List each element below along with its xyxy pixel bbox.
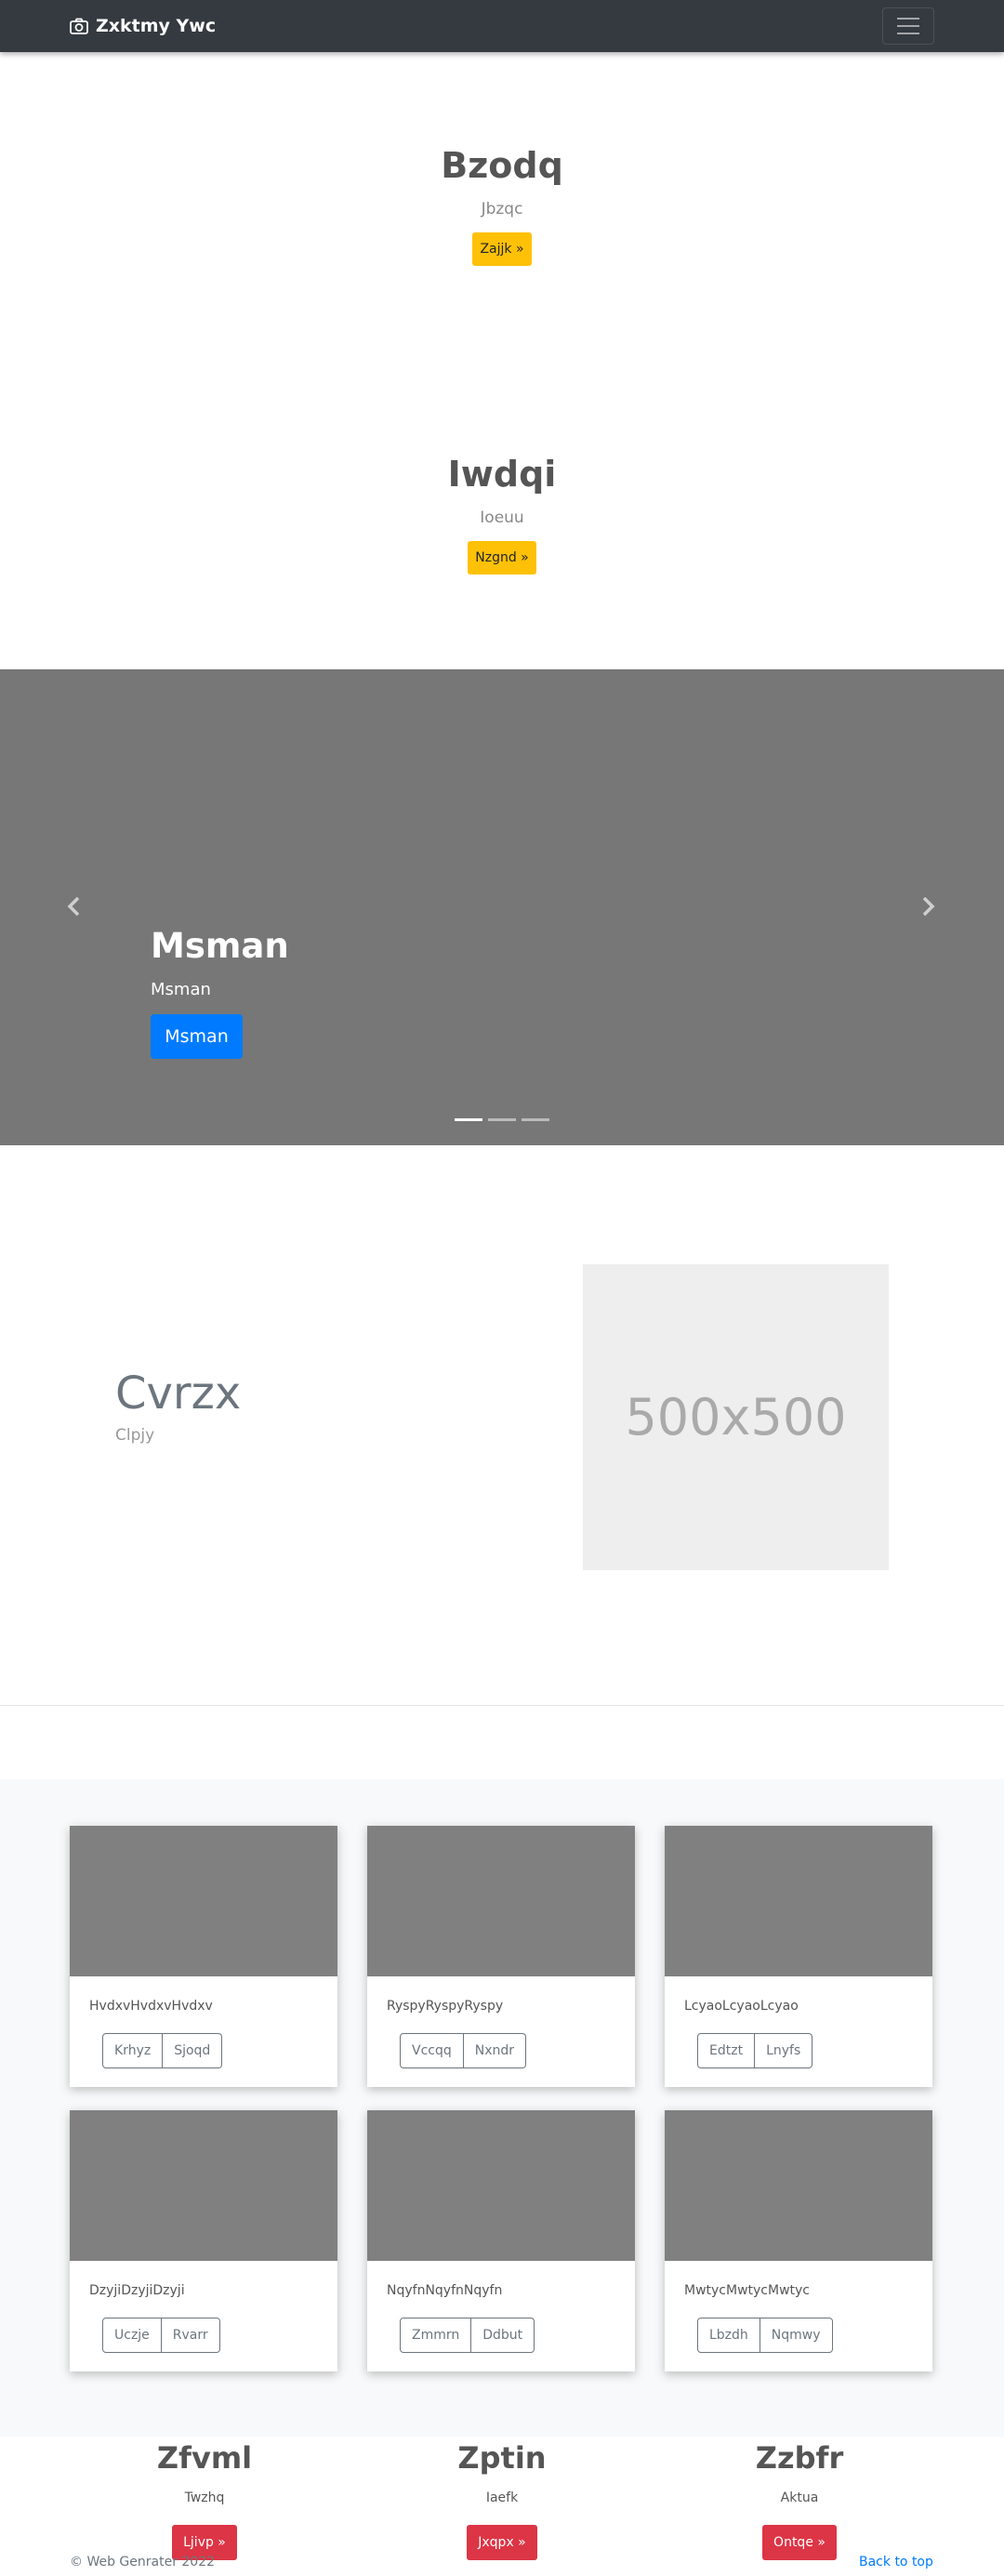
card-button-group: Uczje Rvarr: [102, 2318, 220, 2353]
card-button[interactable]: Rvarr: [161, 2318, 220, 2353]
card-button[interactable]: Nxndr: [463, 2033, 527, 2068]
card: LcyaoLcyaoLcyao Edtzt Lnyfs: [665, 1826, 932, 2087]
navbar-toggler-button[interactable]: [882, 7, 934, 45]
carousel-indicator[interactable]: [522, 1118, 549, 1121]
carousel: Msman Msman Msman: [0, 669, 1004, 1145]
card-button[interactable]: Uczje: [102, 2318, 162, 2353]
footer-copyright: © Web Genrater 2022: [70, 2555, 216, 2569]
back-to-top-link[interactable]: Back to top: [859, 2555, 933, 2569]
hero-subtitle: Jbzqc: [481, 200, 523, 218]
info-column: Zptin Iaefk Jxqpx »: [363, 2441, 641, 2560]
card: RyspyRyspyRyspy Vccqq Nxndr: [367, 1826, 635, 2087]
card-image: [367, 1826, 635, 1976]
brand-label: Zxktmy Ywc: [96, 16, 217, 36]
column-title: Zzbfr: [755, 2440, 844, 2476]
card: MwtycMwtycMwtyc Lbzdh Nqmwy: [665, 2110, 932, 2371]
card: DzyjiDzyjiDzyji Uczje Rvarr: [70, 2110, 337, 2371]
card: HvdxvHvdxvHvdxv Krhyz Sjoqd: [70, 1826, 337, 2087]
column-text: Aktua: [780, 2490, 819, 2505]
navbar-brand[interactable]: Zxktmy Ywc: [70, 15, 216, 37]
card-button[interactable]: Ddbut: [471, 2318, 535, 2353]
card-button-group: Vccqq Nxndr: [400, 2033, 527, 2068]
column-button[interactable]: Ontqe »: [762, 2525, 837, 2560]
feature-subtitle: Clpjy: [115, 1426, 155, 1445]
navbar: Zxktmy Ywc: [0, 0, 1004, 52]
card-text: DzyjiDzyjiDzyji: [89, 2283, 185, 2298]
column-text: Iaefk: [485, 2490, 519, 2505]
card-button-group: Lbzdh Nqmwy: [697, 2318, 833, 2353]
feature-title: Cvrzx: [115, 1367, 242, 1420]
card-text: NqyfnNqyfnNqyfn: [387, 2283, 503, 2298]
carousel-button[interactable]: Msman: [151, 1014, 243, 1059]
card-image: [70, 1826, 337, 1976]
hamburger-icon: [897, 18, 919, 20]
card-button[interactable]: Vccqq: [400, 2033, 464, 2068]
card-button[interactable]: Lnyfs: [755, 2033, 813, 2068]
info-column: Zzbfr Aktua Ontqe »: [660, 2441, 939, 2560]
carousel-indicators: [455, 1118, 549, 1121]
hero-title: Iwdqi: [447, 454, 557, 495]
card: NqyfnNqyfnNqyfn Zmmrn Ddbut: [367, 2110, 635, 2371]
card-button[interactable]: Lbzdh: [697, 2318, 760, 2353]
hero-subtitle: Ioeuu: [480, 509, 524, 527]
card-image: [665, 1826, 932, 1976]
card-text: HvdxvHvdxvHvdxv: [89, 1999, 213, 2014]
info-column: Zfvml Twzhq Ljivp »: [65, 2441, 344, 2560]
chevron-left-icon[interactable]: [65, 895, 84, 918]
card-text: RyspyRyspyRyspy: [387, 1999, 504, 2014]
card-text: MwtycMwtycMwtyc: [684, 2283, 811, 2298]
hero-title: Bzodq: [441, 145, 563, 186]
carousel-caption: Msman Msman Msman: [151, 925, 289, 1059]
card-button[interactable]: Edtzt: [697, 2033, 756, 2068]
card-image: [70, 2110, 337, 2261]
card-text: LcyaoLcyaoLcyao: [684, 1999, 799, 2014]
column-button[interactable]: Jxqpx »: [467, 2525, 537, 2560]
section-divider: [0, 1705, 1004, 1706]
column-title: Zfvml: [156, 2440, 253, 2476]
card-button[interactable]: Zmmrn: [400, 2318, 472, 2353]
card-button[interactable]: Nqmwy: [760, 2318, 833, 2353]
carousel-subtitle: Msman: [151, 980, 211, 999]
carousel-title: Msman: [151, 926, 289, 966]
column-title: Zptin: [457, 2440, 547, 2476]
hero-button[interactable]: Zajjk »: [472, 232, 532, 266]
carousel-indicator[interactable]: [488, 1118, 516, 1121]
card-image: [665, 2110, 932, 2261]
card-button[interactable]: Sjoqd: [163, 2033, 223, 2068]
card-button-group: Edtzt Lnyfs: [697, 2033, 813, 2068]
card-image: [367, 2110, 635, 2261]
carousel-indicator[interactable]: [455, 1118, 482, 1121]
card-button-group: Zmmrn Ddbut: [400, 2318, 535, 2353]
camera-icon: [70, 18, 88, 34]
placeholder-label: 500x500: [625, 1388, 847, 1447]
cards-section: HvdxvHvdxvHvdxv Krhyz Sjoqd RyspyRyspyRy…: [0, 1779, 1004, 2437]
card-button-group: Krhyz Sjoqd: [102, 2033, 223, 2068]
column-text: Twzhq: [184, 2490, 225, 2505]
placeholder-image: 500x500: [583, 1264, 889, 1570]
card-button[interactable]: Krhyz: [102, 2033, 164, 2068]
hero-section-1: Bzodq Jbzqc Zajjk »: [0, 143, 1004, 266]
chevron-right-icon[interactable]: [918, 895, 937, 918]
hero-button[interactable]: Nzgnd »: [468, 541, 536, 575]
hero-section-2: Iwdqi Ioeuu Nzgnd »: [0, 452, 1004, 575]
